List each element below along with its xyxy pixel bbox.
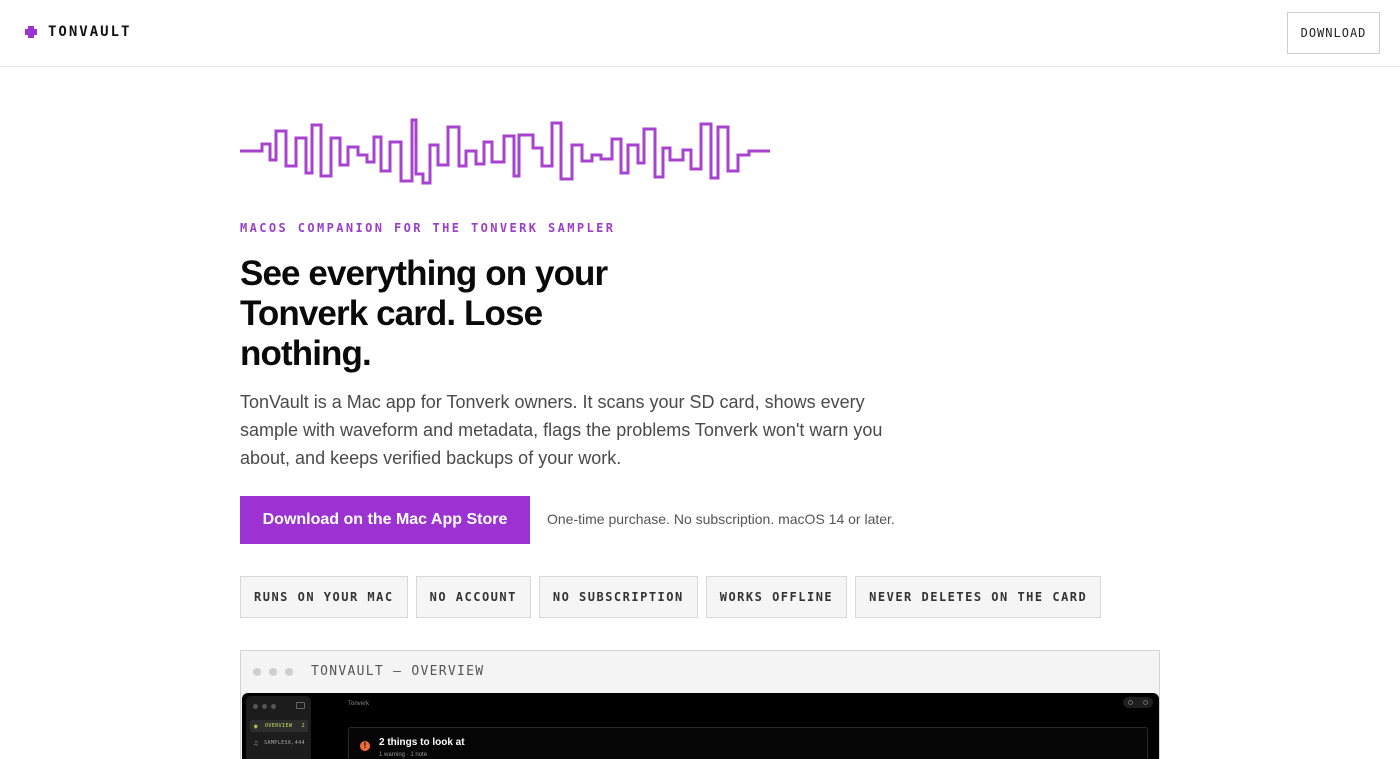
sidebar-item-overview: ◉ OVERVIEW 2 xyxy=(250,720,308,732)
feature-pill: NO SUBSCRIPTION xyxy=(538,576,698,618)
window-title: TONVAULT — OVERVIEW xyxy=(311,664,485,679)
brand-name: TONVAULT xyxy=(48,24,132,40)
music-note-icon: ♫ xyxy=(254,739,259,747)
window-dot-icon xyxy=(269,667,277,676)
alert-subtitle: 1 warning · 1 note xyxy=(379,752,428,758)
feature-pill: WORKS OFFLINE xyxy=(705,576,848,618)
eye-icon: ◉ xyxy=(254,722,259,730)
feature-pill: NEVER DELETES ON THE CARD xyxy=(855,576,1102,618)
sidebar-item-label: OVERVIEW xyxy=(265,723,293,729)
sidebar-item-samples: ♫ SAMPLES 6,444 xyxy=(250,737,308,749)
window-dot-icon xyxy=(285,667,293,676)
alert-card: ! 2 things to look at 1 warning · 1 note xyxy=(348,727,1148,759)
app-sidebar: ◉ OVERVIEW 2 ♫ SAMPLES 6,444 xyxy=(246,696,311,759)
app-main-title: Tonverk xyxy=(348,701,370,707)
refresh-icon xyxy=(1128,700,1133,705)
sidebar-toggle-icon xyxy=(296,702,305,709)
feature-pill: NO ACCOUNT xyxy=(415,576,531,618)
app-preview-window: TONVAULT — OVERVIEW ◉ OVERVIEW 2 ♫ SAMPL… xyxy=(240,650,1160,759)
settings-icon xyxy=(1143,700,1148,705)
sidebar-item-label: SAMPLES xyxy=(264,740,288,746)
feature-pill: RUNS ON YOUR MAC xyxy=(240,576,408,618)
app-toolbar xyxy=(1123,697,1153,708)
alert-title: 2 things to look at xyxy=(379,737,465,748)
download-button[interactable]: DOWNLOAD xyxy=(1287,12,1380,54)
info-icon: ! xyxy=(360,741,370,751)
window-dot-icon xyxy=(253,667,261,676)
window-title-bar: TONVAULT — OVERVIEW xyxy=(241,651,1159,692)
purchase-note: One-time purchase. No subscription. macO… xyxy=(547,511,895,527)
puzzle-icon xyxy=(25,26,37,38)
hero-eyebrow: MACOS COMPANION FOR THE TONVERK SAMPLER xyxy=(240,221,616,235)
waveform-graphic xyxy=(240,118,770,185)
feature-pills: RUNS ON YOUR MAC NO ACCOUNT NO SUBSCRIPT… xyxy=(240,576,1102,618)
traffic-lights-icon xyxy=(253,704,276,709)
hero-description: TonVault is a Mac app for Tonverk owners… xyxy=(240,392,883,468)
app-store-download-button[interactable]: Download on the Mac App Store xyxy=(240,496,530,544)
hero-headline: See everything on your Tonverk card. Los… xyxy=(240,254,608,373)
top-navigation: TONVAULT DOWNLOAD xyxy=(0,0,1400,67)
sidebar-item-count: 6,444 xyxy=(287,740,305,746)
brand-logo[interactable]: TONVAULT xyxy=(24,24,131,40)
sidebar-item-count: 2 xyxy=(301,723,305,729)
app-screenshot: ◉ OVERVIEW 2 ♫ SAMPLES 6,444 Tonverk ! 2… xyxy=(242,693,1159,759)
